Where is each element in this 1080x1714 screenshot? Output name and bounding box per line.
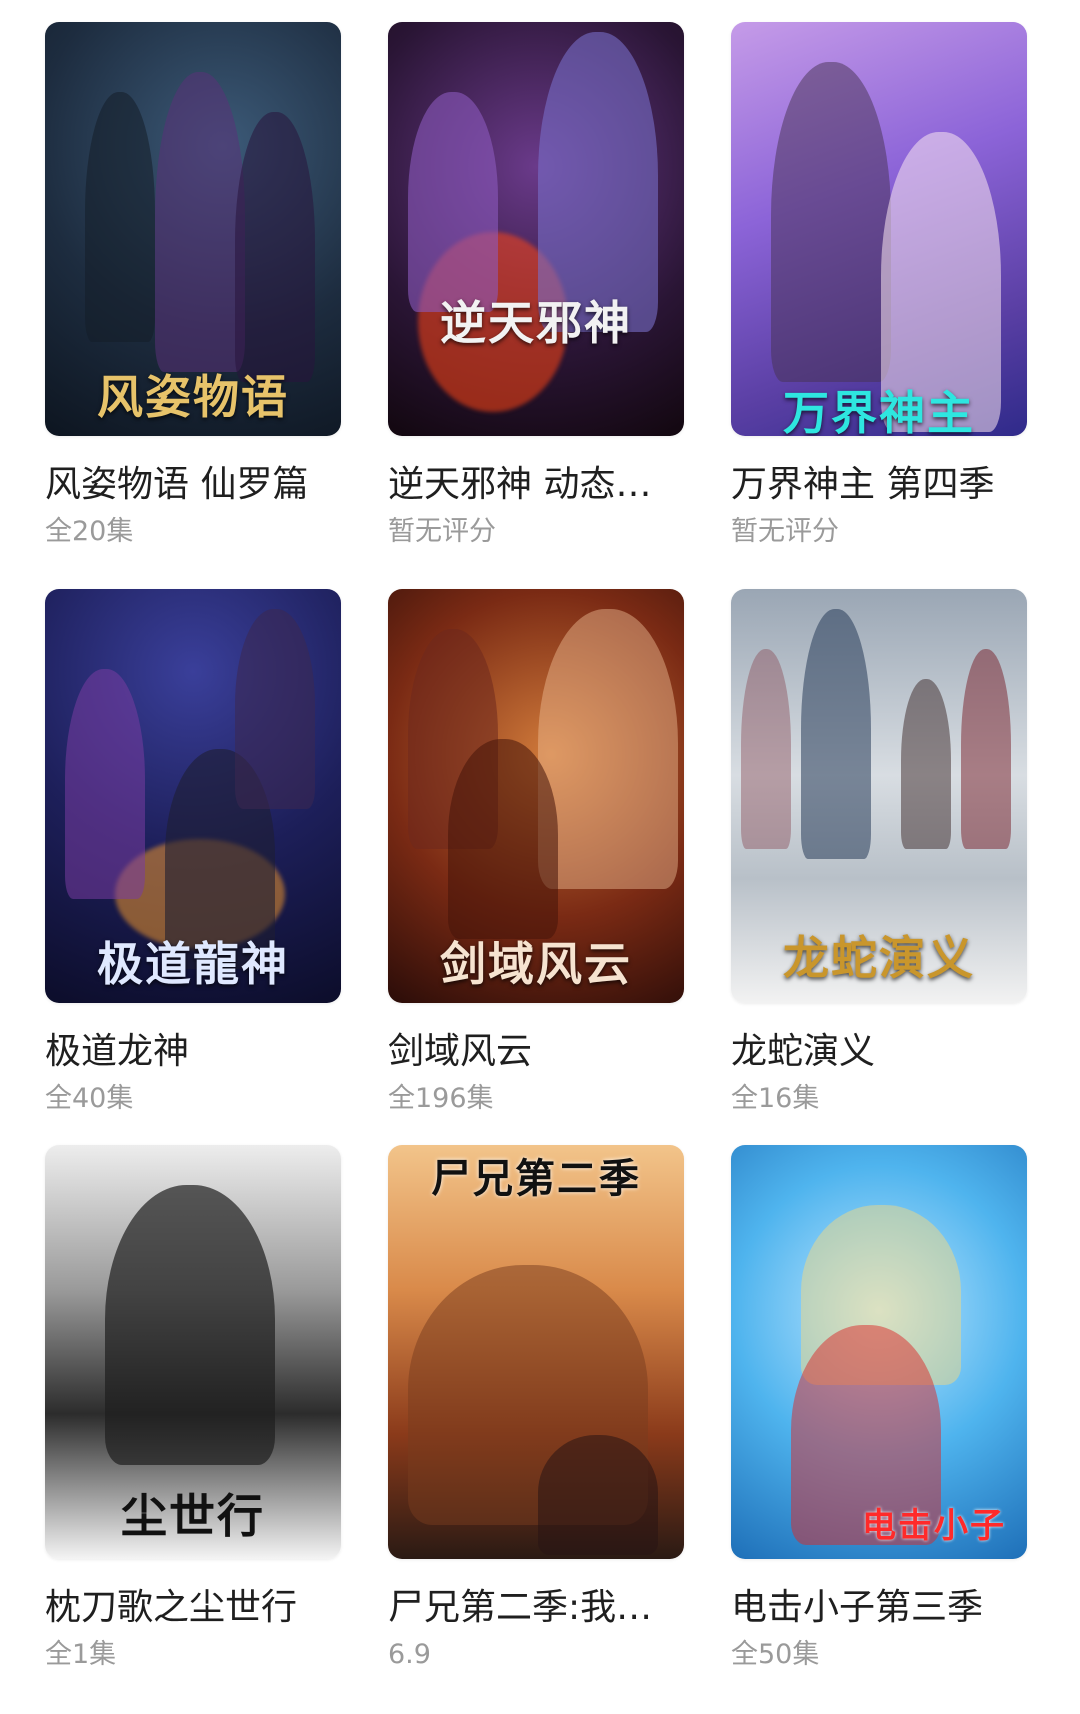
poster-figure bbox=[538, 1435, 658, 1555]
drama-card[interactable]: 逆天邪神 逆天邪神 动态… 暂无评分 bbox=[388, 22, 684, 550]
poster-image[interactable]: 万界神主 bbox=[731, 22, 1027, 436]
rating-text: 暂无评分 bbox=[388, 516, 496, 547]
drama-title[interactable]: 枕刀歌之尘世行 bbox=[45, 1585, 341, 1631]
poster-title: 万界神主 bbox=[783, 386, 975, 436]
poster-image[interactable]: 龙蛇演义 bbox=[731, 589, 1027, 1003]
drama-card[interactable]: 风姿物语 风姿物语 仙罗篇 全20集 bbox=[45, 22, 341, 550]
poster-figure bbox=[901, 679, 951, 849]
poster-image[interactable]: 逆天邪神 bbox=[388, 22, 684, 436]
drama-title[interactable]: 剑域风云 bbox=[388, 1029, 684, 1075]
drama-title[interactable]: 风姿物语 仙罗篇 bbox=[45, 462, 341, 508]
episode-count: 全196集 bbox=[388, 1083, 494, 1114]
poster-figure bbox=[801, 609, 871, 859]
poster-figure bbox=[771, 62, 891, 382]
drama-card[interactable]: 万界神主 万界神主 第四季 暂无评分 bbox=[731, 22, 1027, 550]
poster-title: 电击小子 bbox=[862, 1506, 1006, 1546]
poster-image[interactable]: 电击小子 bbox=[731, 1145, 1027, 1559]
poster-image[interactable]: 尘世行 bbox=[45, 1145, 341, 1559]
rating-text: 暂无评分 bbox=[731, 516, 839, 547]
drama-title[interactable]: 电击小子第三季 bbox=[731, 1585, 1027, 1631]
drama-title[interactable]: 万界神主 第四季 bbox=[731, 462, 1027, 508]
poster-figure bbox=[961, 649, 1011, 849]
drama-title[interactable]: 尸兄第二季:我… bbox=[388, 1585, 684, 1631]
poster-figure bbox=[85, 92, 155, 342]
drama-card[interactable]: 极道龍神 极道龙神 全40集 bbox=[45, 589, 341, 1117]
drama-card[interactable]: 剑域风云 剑域风云 全196集 bbox=[388, 589, 684, 1117]
poster-title: 尸兄第二季 bbox=[431, 1155, 641, 1202]
poster-figure bbox=[408, 92, 498, 312]
poster-title: 龙蛇演义 bbox=[783, 931, 975, 985]
drama-title[interactable]: 龙蛇演义 bbox=[731, 1029, 1027, 1075]
poster-title: 剑域风云 bbox=[440, 937, 632, 991]
poster-image[interactable]: 风姿物语 bbox=[45, 22, 341, 436]
drama-grid: 风姿物语 风姿物语 仙罗篇 全20集 逆天邪神 逆天邪神 动态… 暂无评分 万界… bbox=[0, 0, 1080, 1714]
poster-figure bbox=[65, 669, 145, 899]
poster-image[interactable]: 极道龍神 bbox=[45, 589, 341, 1003]
episode-count: 全20集 bbox=[45, 516, 134, 547]
poster-figure bbox=[741, 649, 791, 849]
drama-card[interactable]: 尘世行 枕刀歌之尘世行 全1集 bbox=[45, 1145, 341, 1673]
episode-count: 全1集 bbox=[45, 1639, 117, 1670]
poster-figure bbox=[538, 32, 658, 332]
poster-image[interactable]: 剑域风云 bbox=[388, 589, 684, 1003]
poster-figure bbox=[448, 739, 558, 939]
episode-count: 全16集 bbox=[731, 1083, 820, 1114]
poster-figure bbox=[235, 112, 315, 382]
poster-title: 极道龍神 bbox=[97, 937, 289, 991]
episode-count: 全40集 bbox=[45, 1083, 134, 1114]
poster-figure bbox=[155, 72, 245, 372]
drama-card[interactable]: 电击小子 电击小子第三季 全50集 bbox=[731, 1145, 1027, 1673]
drama-card[interactable]: 尸兄第二季 尸兄第二季:我… 6.9 bbox=[388, 1145, 684, 1673]
drama-title[interactable]: 极道龙神 bbox=[45, 1029, 341, 1075]
poster-title: 风姿物语 bbox=[97, 370, 289, 424]
drama-title[interactable]: 逆天邪神 动态… bbox=[388, 462, 684, 508]
poster-title: 尘世行 bbox=[121, 1489, 265, 1543]
poster-title: 逆天邪神 bbox=[440, 296, 632, 350]
poster-figure bbox=[538, 609, 678, 889]
poster-figure bbox=[235, 609, 315, 809]
drama-card[interactable]: 龙蛇演义 龙蛇演义 全16集 bbox=[731, 589, 1027, 1117]
poster-figure bbox=[105, 1185, 275, 1465]
rating-text: 6.9 bbox=[388, 1639, 431, 1670]
poster-image[interactable]: 尸兄第二季 bbox=[388, 1145, 684, 1559]
episode-count: 全50集 bbox=[731, 1639, 820, 1670]
